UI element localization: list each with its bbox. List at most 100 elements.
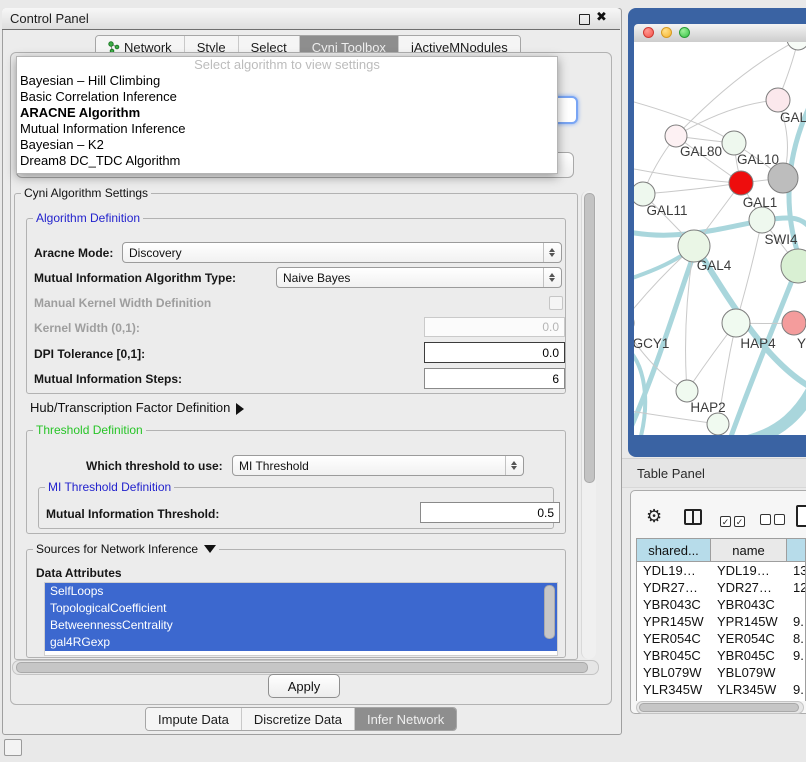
network-node[interactable] — [787, 42, 806, 50]
mi-threshold-group-title: MI Threshold Definition — [45, 480, 174, 494]
tab-discretize-data[interactable]: Discretize Data — [242, 708, 355, 730]
network-node-hap4[interactable] — [722, 309, 750, 337]
network-node[interactable] — [707, 413, 729, 435]
network-node-label: HAP4 — [740, 336, 776, 351]
settings-vertical-scrollbar[interactable] — [581, 191, 596, 659]
mi-threshold-label: Mutual Information Threshold: — [46, 507, 219, 521]
table-row[interactable]: YER054CYER054C8. — [637, 630, 805, 647]
tab-infer-network[interactable]: Infer Network — [355, 708, 456, 730]
network-edge — [744, 378, 806, 435]
collapse-down-icon — [204, 545, 216, 553]
table-cell: 12 — [787, 579, 806, 596]
table-cell: YBR043C — [637, 596, 711, 613]
network-node[interactable] — [768, 163, 798, 193]
column-header-name[interactable]: name — [711, 539, 787, 562]
data-attributes-list[interactable]: SelfLoopsTopologicalCoefficientBetweenne… — [44, 582, 558, 656]
mac-zoom-icon[interactable] — [679, 27, 690, 38]
settings-horizontal-scrollbar[interactable] — [12, 660, 599, 675]
dpi-tolerance-value: 0.0 — [542, 346, 559, 360]
network-edge — [634, 167, 741, 183]
list-item[interactable]: BetweennessCentrality — [45, 617, 557, 634]
aracne-mode-combo[interactable]: Discovery — [122, 242, 562, 263]
mi-steps-value: 6 — [552, 372, 559, 386]
table-cell: 8. — [787, 630, 806, 647]
table-cell: YBL079W — [711, 664, 787, 681]
network-node-label: GAL10 — [737, 152, 779, 167]
mac-minimize-icon[interactable] — [661, 27, 672, 38]
table-cell: 9. — [787, 647, 806, 664]
node-table[interactable]: shared... name YDL19…YDL19…13YDR27…YDR27… — [636, 538, 806, 701]
list-item[interactable]: TopologicalCoefficient — [45, 600, 557, 617]
tab-impute-data[interactable]: Impute Data — [146, 708, 242, 730]
network-node-label: GAL11 — [646, 203, 687, 218]
list-item[interactable]: SelfLoops — [45, 583, 557, 600]
expand-right-icon — [236, 403, 244, 415]
control-panel-title: Control Panel — [10, 11, 89, 26]
table-row[interactable]: YBR043CYBR043C — [637, 596, 805, 613]
attributes-list-items: SelfLoopsTopologicalCoefficientBetweenne… — [45, 583, 557, 651]
hide-columns-icon[interactable] — [760, 512, 785, 530]
dropdown-item[interactable]: Dream8 DC_TDC Algorithm — [17, 153, 557, 169]
network-node-label: GAL1 — [743, 195, 778, 210]
table-horizontal-scrollbar[interactable] — [636, 701, 804, 714]
which-threshold-combo[interactable]: MI Threshold — [232, 455, 524, 476]
network-node-y[interactable] — [782, 311, 806, 335]
table-row[interactable]: YBR045CYBR045C9. — [637, 647, 805, 664]
network-node-hap2[interactable] — [676, 380, 698, 402]
dropdown-item[interactable]: Bayesian – Hill Climbing — [17, 73, 557, 89]
tab-label: Infer Network — [367, 712, 444, 727]
stepper-icon — [543, 243, 555, 262]
partial-toolbar-icon[interactable] — [796, 505, 806, 527]
network-graph: GALGAL80GAL10GAL1GAL11SWI4GAL4GCY1HAP4YH… — [634, 42, 806, 435]
mi-type-combo[interactable]: Naive Bayes — [276, 267, 562, 288]
hub-definition-expander[interactable]: Hub/Transcription Factor Definition — [30, 400, 244, 415]
dropdown-item[interactable]: Basic Correlation Inference — [17, 89, 557, 105]
mi-threshold-value: 0.5 — [537, 506, 554, 520]
network-node[interactable] — [749, 207, 775, 233]
stepper-icon — [505, 456, 517, 475]
restore-panel-icon[interactable] — [4, 739, 22, 756]
dropdown-placeholder: Select algorithm to view settings — [17, 57, 557, 73]
network-canvas[interactable]: GALGAL80GAL10GAL1GAL11SWI4GAL4GCY1HAP4YH… — [634, 42, 806, 435]
mi-steps-label: Mutual Information Steps: — [34, 372, 182, 386]
apply-button[interactable]: Apply — [268, 674, 340, 698]
sources-group-title[interactable]: Sources for Network Inference — [33, 542, 219, 556]
mi-type-label: Mutual Information Algorithm Type: — [34, 271, 236, 285]
mac-close-icon[interactable] — [643, 27, 654, 38]
dpi-tolerance-label: DPI Tolerance [0,1]: — [34, 347, 145, 361]
split-columns-icon[interactable] — [684, 509, 702, 525]
network-node-gal1[interactable] — [729, 171, 753, 195]
control-panel-titlebar[interactable] — [2, 8, 620, 30]
table-cell: YBR045C — [637, 647, 711, 664]
table-cell: YLR345W — [711, 681, 787, 698]
network-node-label: GAL80 — [680, 144, 722, 159]
table-row[interactable]: YBL079WYBL079W — [637, 664, 805, 681]
gear-icon[interactable]: ⚙ — [646, 507, 662, 525]
dropdown-item[interactable]: Bayesian – K2 — [17, 137, 557, 153]
network-node-label: Y — [797, 336, 806, 351]
manual-kernel-label: Manual Kernel Width Definition — [34, 296, 211, 310]
show-columns-icon[interactable]: ✓✓ — [720, 512, 745, 530]
mi-threshold-field[interactable]: 0.5 — [420, 502, 560, 523]
dropdown-item-aracne[interactable]: ARACNE Algorithm — [17, 105, 557, 121]
table-row[interactable]: YPR145WYPR145W9. — [637, 613, 805, 630]
network-window-titlebar[interactable] — [634, 24, 806, 43]
column-header-shared-name[interactable]: shared... — [637, 539, 711, 562]
manual-kernel-checkbox[interactable] — [549, 296, 563, 310]
network-node-swi4[interactable] — [781, 249, 806, 283]
list-scrollbar[interactable] — [544, 585, 555, 639]
table-row[interactable]: YDL19…YDL19…13 — [637, 562, 805, 579]
kernel-width-field[interactable]: 0.0 — [424, 317, 565, 337]
network-node-gal[interactable] — [766, 88, 790, 112]
mi-steps-field[interactable]: 6 — [424, 368, 565, 389]
close-icon[interactable]: ✖ — [596, 9, 607, 25]
dropdown-item[interactable]: Mutual Information Inference — [17, 121, 557, 137]
float-window-icon[interactable] — [579, 14, 590, 25]
table-row[interactable]: YLR345WYLR345W9. — [637, 681, 805, 698]
column-header-partial[interactable] — [787, 539, 806, 562]
network-edge — [643, 183, 741, 194]
dpi-tolerance-field[interactable]: 0.0 — [424, 342, 565, 363]
table-row[interactable]: YDR27…YDR27…12 — [637, 579, 805, 596]
network-edge — [736, 220, 762, 323]
list-item[interactable]: gal4RGexp — [45, 634, 557, 651]
